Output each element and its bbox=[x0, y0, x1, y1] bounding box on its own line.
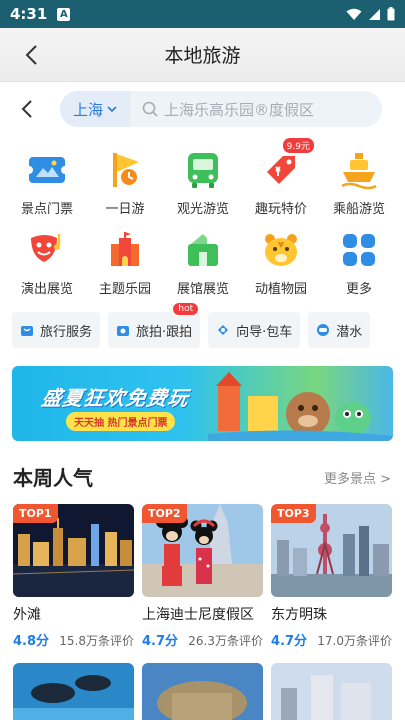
price-tag-icon bbox=[259, 148, 303, 192]
castle-icon bbox=[103, 228, 147, 272]
chip-label: 潜水 bbox=[336, 324, 363, 340]
category-tickets[interactable]: 景点门票 bbox=[14, 148, 80, 228]
guide-icon bbox=[216, 323, 230, 337]
boat-icon bbox=[337, 148, 381, 192]
rank-badge: TOP3 bbox=[271, 504, 316, 523]
battery-icon bbox=[387, 7, 395, 21]
attraction-reviews: 26.3万条评价 bbox=[188, 634, 263, 648]
section-title: 本周人气 bbox=[13, 466, 93, 490]
chip-label: 向导·包车 bbox=[236, 324, 293, 340]
category-theme-park[interactable]: 主题乐园 bbox=[92, 228, 158, 308]
category-label: 景点门票 bbox=[20, 202, 73, 217]
app-header: 本地旅游 bbox=[0, 28, 405, 82]
wifi-icon bbox=[346, 8, 362, 20]
city-selector[interactable]: 上海 bbox=[60, 91, 130, 127]
attraction-photo: TOP3 bbox=[271, 504, 392, 597]
category-label: 主题乐园 bbox=[98, 282, 151, 297]
category-day-tour[interactable]: 一日游 bbox=[92, 148, 158, 228]
category-label: 演出展览 bbox=[20, 282, 73, 297]
city-label: 上海 bbox=[72, 100, 103, 119]
hot-badge: hot bbox=[173, 303, 199, 315]
attraction-name: 外滩 bbox=[13, 607, 41, 623]
bus-icon bbox=[181, 148, 225, 192]
more-attractions-link[interactable]: 更多景点 > bbox=[324, 468, 391, 487]
search-input[interactable]: 上海乐高乐园®度假区 bbox=[164, 99, 314, 120]
attraction-photo bbox=[142, 663, 263, 720]
price-badge: 9.9元 bbox=[282, 138, 314, 153]
status-bar: 4:31 A bbox=[0, 0, 405, 28]
secondary-back-button[interactable] bbox=[12, 94, 42, 124]
mask-icon bbox=[25, 228, 69, 272]
bag-icon bbox=[20, 323, 34, 337]
chevron-left-icon bbox=[25, 45, 37, 65]
attraction-card[interactable]: TOP2 上海迪士尼度假区 4.7分 26.3万条评价 bbox=[142, 504, 263, 649]
dive-icon bbox=[316, 323, 330, 337]
attraction-score: 4.7分 bbox=[142, 634, 179, 649]
promo-banner[interactable]: 盛夏狂欢免费玩 天天抽 热门景点门票 bbox=[12, 366, 393, 441]
attraction-reviews: 15.8万条评价 bbox=[59, 634, 134, 648]
category-label: 动植物园 bbox=[254, 282, 307, 297]
banner-headline: 盛夏狂欢免费玩 bbox=[40, 386, 191, 410]
signal-icon bbox=[369, 8, 380, 20]
category-zoo[interactable]: 动植物园 bbox=[248, 228, 314, 308]
attraction-reviews: 17.0万条评价 bbox=[317, 634, 392, 648]
attraction-card[interactable]: TOP3 东方明珠 4.7分 17.0万条评价 bbox=[271, 504, 392, 649]
camera-icon bbox=[116, 323, 130, 337]
attraction-photo bbox=[13, 663, 134, 720]
ticket-icon bbox=[25, 148, 69, 192]
attraction-score: 4.8分 bbox=[13, 634, 50, 649]
chip-travel-service[interactable]: 旅行服务 bbox=[12, 312, 101, 348]
rank-badge: TOP2 bbox=[142, 504, 187, 523]
banner-illustration bbox=[208, 372, 393, 441]
banner-subtitle: 天天抽 热门景点门票 bbox=[66, 412, 176, 431]
service-chips: 旅行服务 hot 旅拍·跟拍 向导·包车 潜水 bbox=[12, 303, 371, 348]
attraction-photo bbox=[271, 663, 392, 720]
attraction-name: 东方明珠 bbox=[271, 607, 327, 623]
rank-badge: TOP1 bbox=[13, 504, 58, 523]
category-label: 趣玩特价 bbox=[254, 202, 307, 217]
attraction-photo: TOP2 bbox=[142, 504, 263, 597]
more-icon bbox=[337, 228, 381, 272]
chip-guide-car[interactable]: 向导·包车 bbox=[208, 312, 301, 348]
category-label: 更多 bbox=[345, 282, 372, 297]
chip-travel-photo[interactable]: hot 旅拍·跟拍 bbox=[108, 303, 201, 348]
attraction-name: 上海迪士尼度假区 bbox=[142, 607, 254, 623]
category-shows[interactable]: 演出展览 bbox=[14, 228, 80, 308]
status-time: 4:31 bbox=[10, 5, 48, 23]
category-label: 观光游览 bbox=[176, 202, 229, 217]
search-bar[interactable]: 上海 上海乐高乐园®度假区 bbox=[60, 91, 382, 127]
category-deals[interactable]: 9.9元 趣玩特价 bbox=[248, 138, 314, 228]
page-title: 本地旅游 bbox=[164, 45, 241, 67]
attraction-card[interactable] bbox=[142, 663, 263, 720]
attraction-card[interactable]: TOP1 外滩 4.8分 15.8万条评价 bbox=[13, 504, 134, 649]
attraction-photo: TOP1 bbox=[13, 504, 134, 597]
notification-icon: A bbox=[57, 7, 71, 21]
category-sightseeing[interactable]: 观光游览 bbox=[170, 148, 236, 228]
flag-icon bbox=[103, 148, 147, 192]
category-more[interactable]: 更多 bbox=[326, 228, 392, 308]
category-grid: 景点门票 一日游 观光游览 9.9元 趣玩特价 乘船游览 演出展览 主题乐园 展… bbox=[14, 138, 392, 308]
category-label: 一日游 bbox=[105, 202, 145, 217]
search-row: 上海 上海乐高乐园®度假区 bbox=[0, 82, 405, 136]
attraction-card[interactable] bbox=[271, 663, 392, 720]
chip-label: 旅拍·跟拍 bbox=[136, 324, 193, 340]
category-label: 乘船游览 bbox=[332, 202, 385, 217]
back-button[interactable] bbox=[18, 42, 44, 68]
chip-diving[interactable]: 潜水 bbox=[308, 312, 371, 348]
attraction-card[interactable] bbox=[13, 663, 134, 720]
chip-label: 旅行服务 bbox=[40, 324, 93, 340]
chevron-down-icon bbox=[107, 105, 117, 112]
category-boat[interactable]: 乘船游览 bbox=[326, 148, 392, 228]
category-label: 展馆展览 bbox=[176, 282, 229, 297]
search-icon bbox=[142, 101, 158, 117]
category-exhibition[interactable]: 展馆展览 bbox=[170, 228, 236, 308]
chevron-left-icon bbox=[21, 100, 32, 118]
museum-icon bbox=[181, 228, 225, 272]
attraction-score: 4.7分 bbox=[271, 634, 308, 649]
tiger-icon bbox=[259, 228, 303, 272]
